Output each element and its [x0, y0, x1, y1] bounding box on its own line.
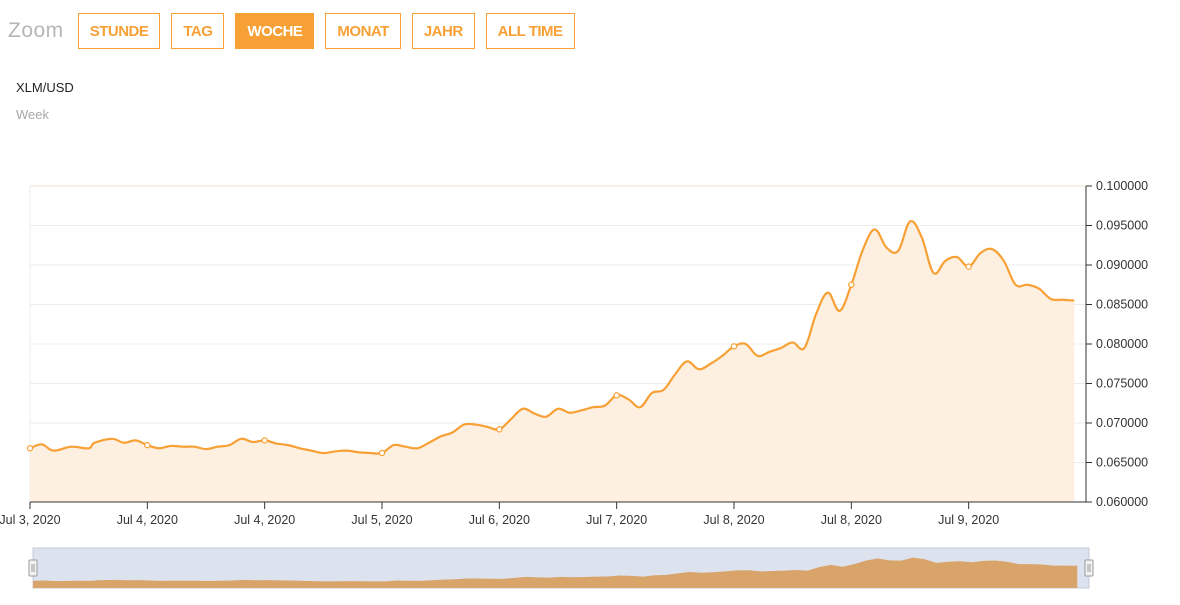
y-tick-label: 0.070000 — [1096, 416, 1148, 430]
x-tick-label: Jul 6, 2020 — [469, 513, 530, 527]
data-point — [26, 445, 34, 452]
data-point — [613, 392, 620, 399]
x-tick-label: Jul 3, 2020 — [0, 513, 61, 527]
navigator-handle-left[interactable] — [28, 559, 38, 577]
y-tick-label: 0.100000 — [1096, 179, 1148, 193]
y-tick-label: 0.095000 — [1096, 219, 1148, 233]
data-point — [144, 441, 151, 449]
x-tick-label: Jul 9, 2020 — [938, 513, 999, 527]
x-tick-label: Jul 8, 2020 — [703, 513, 764, 527]
series-area — [30, 221, 1075, 502]
data-point — [378, 449, 386, 457]
data-point — [496, 426, 503, 433]
x-tick-label: Jul 7, 2020 — [586, 513, 647, 527]
y-tick-label: 0.075000 — [1096, 377, 1148, 391]
data-point — [848, 281, 855, 288]
y-tick-label: 0.090000 — [1096, 258, 1148, 272]
navigator-handle-right[interactable] — [1084, 559, 1094, 577]
data-point — [965, 263, 972, 270]
x-tick-label: Jul 8, 2020 — [821, 513, 882, 527]
data-point — [261, 437, 268, 444]
y-tick-label: 0.085000 — [1096, 298, 1148, 312]
x-tick-label: Jul 4, 2020 — [234, 513, 295, 527]
y-tick-label: 0.065000 — [1096, 456, 1148, 470]
y-tick-label: 0.060000 — [1096, 495, 1148, 509]
data-point — [730, 343, 738, 350]
y-tick-label: 0.080000 — [1096, 337, 1148, 351]
x-tick-label: Jul 4, 2020 — [117, 513, 178, 527]
x-tick-label: Jul 5, 2020 — [351, 513, 412, 527]
price-chart: 0.060000 0.065000 0.070000 0.075000 0.080000… — [0, 179, 1148, 589]
